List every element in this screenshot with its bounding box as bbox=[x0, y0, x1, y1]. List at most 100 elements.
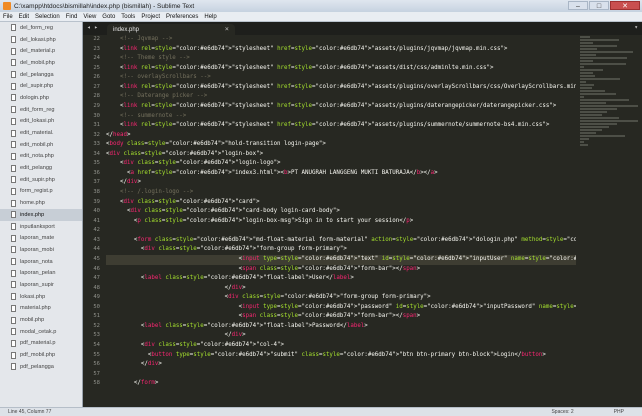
file-name: pdf_pelangga bbox=[20, 363, 54, 370]
close-button[interactable]: ✕ bbox=[610, 1, 640, 10]
minimap-line bbox=[580, 99, 629, 101]
tab-nav-arrows[interactable]: ◂ ▸ bbox=[87, 24, 98, 31]
minimize-button[interactable]: – bbox=[568, 1, 588, 10]
menu-view[interactable]: View bbox=[80, 14, 99, 20]
minimap-line bbox=[580, 102, 606, 104]
file-name: del_lokasi.php bbox=[20, 36, 56, 43]
sublime-app-icon bbox=[3, 2, 11, 10]
minimap-line bbox=[580, 48, 597, 50]
menu-preferences[interactable]: Preferences bbox=[163, 14, 201, 20]
sidebar-file-item[interactable]: del_mobil.php bbox=[0, 57, 82, 69]
menu-file[interactable]: File bbox=[0, 14, 16, 20]
sidebar-file-item[interactable]: material.php bbox=[0, 303, 82, 315]
code-line: <div class=style="color:#e6db74">"card"> bbox=[106, 198, 260, 205]
sidebar-file-item[interactable]: del_pelangga bbox=[0, 69, 82, 81]
menu-bar: File Edit Selection Find View Goto Tools… bbox=[0, 12, 642, 22]
minimap-line bbox=[580, 117, 619, 119]
line-number: 33 bbox=[93, 141, 100, 148]
minimap-line bbox=[580, 66, 584, 68]
sidebar-file-item[interactable]: edit_form_reg bbox=[0, 104, 82, 116]
code-line: <!-- summernote --> bbox=[106, 112, 187, 119]
sidebar-file-item[interactable]: laporan_mate bbox=[0, 232, 82, 244]
indentation-setting[interactable]: Spaces: 2 bbox=[551, 409, 613, 415]
file-name: laporan_nota bbox=[20, 258, 53, 265]
menu-goto[interactable]: Goto bbox=[99, 14, 118, 20]
file-name: form_regist.p bbox=[20, 188, 53, 195]
code-line: <div class=style="color:#e6db74">"login-… bbox=[106, 160, 281, 167]
sidebar-file-item[interactable]: edit_supir.php bbox=[0, 174, 82, 186]
code-area[interactable]: <!-- Jqvmap --> <link rel=style="color:#… bbox=[106, 35, 576, 407]
code-line: <link rel=style="color:#e6db74">"stylesh… bbox=[106, 45, 508, 52]
minimap[interactable] bbox=[576, 35, 642, 407]
sidebar-file-item[interactable]: pdf_material.p bbox=[0, 338, 82, 350]
sidebar-file-item[interactable]: edit_lokasi.ph bbox=[0, 116, 82, 128]
sidebar-file-item[interactable]: inputlanksport bbox=[0, 221, 82, 233]
sidebar-file-item[interactable]: form_regist.p bbox=[0, 186, 82, 198]
code-line: <div class=style="color:#e6db74">"card-b… bbox=[106, 208, 340, 215]
minimap-line bbox=[580, 129, 602, 131]
menu-project[interactable]: Project bbox=[138, 14, 163, 20]
file-name: pdf_material.p bbox=[20, 340, 56, 347]
sidebar-file-item[interactable]: laporan_pelan bbox=[0, 267, 82, 279]
menu-help[interactable]: Help bbox=[201, 14, 219, 20]
sidebar-file-item[interactable]: pdf_pelangga bbox=[0, 361, 82, 373]
sidebar-file-item[interactable]: edit_mobil.ph bbox=[0, 139, 82, 151]
file-name: index.php bbox=[20, 211, 45, 218]
menu-selection[interactable]: Selection bbox=[32, 14, 63, 20]
tab-dropdown-icon[interactable]: ▾ bbox=[634, 24, 638, 31]
sidebar-file-item[interactable]: dologin.php bbox=[0, 92, 82, 104]
maximize-button[interactable]: □ bbox=[589, 1, 609, 10]
menu-edit[interactable]: Edit bbox=[16, 14, 32, 20]
sidebar-file-item[interactable]: laporan_mobi bbox=[0, 244, 82, 256]
file-name: pdf_mobil.php bbox=[20, 352, 56, 359]
minimap-line bbox=[580, 78, 620, 80]
code-line: <link rel=style="color:#e6db74">"stylesh… bbox=[106, 122, 550, 129]
sidebar-file-item[interactable]: index.php bbox=[0, 209, 82, 221]
file-name: del_form_reg bbox=[20, 24, 53, 31]
syntax-mode[interactable]: PHP bbox=[614, 409, 642, 415]
file-icon bbox=[11, 363, 16, 371]
sidebar-file-item[interactable]: modal_cetak.p bbox=[0, 326, 82, 338]
line-number: 40 bbox=[93, 208, 100, 215]
minimap-line bbox=[580, 123, 617, 125]
minimap-line bbox=[580, 36, 590, 38]
line-number: 41 bbox=[93, 217, 100, 224]
tab-close-icon[interactable]: × bbox=[225, 25, 229, 33]
sidebar-file-item[interactable]: home.php bbox=[0, 197, 82, 209]
line-number: 25 bbox=[93, 64, 100, 71]
sidebar-file-item[interactable]: laporan_supir bbox=[0, 279, 82, 291]
code-line: <div class=style="color:#e6db74">"form-g… bbox=[106, 294, 431, 301]
tab-index-php[interactable]: index.php × bbox=[107, 24, 235, 35]
file-icon bbox=[11, 117, 16, 125]
file-icon bbox=[11, 304, 16, 312]
sidebar-file-item[interactable]: laporan_nota bbox=[0, 256, 82, 268]
sidebar-file-item[interactable]: edit_material. bbox=[0, 127, 82, 139]
code-line: <a href=style="color:#e6db74">"index3.ht… bbox=[106, 169, 438, 176]
code-line: <div class=style="color:#e6db74">"form-g… bbox=[106, 246, 347, 253]
minimap-line bbox=[580, 105, 638, 107]
minimap-line bbox=[580, 144, 588, 146]
sidebar-file-item[interactable]: edit_pelangg bbox=[0, 162, 82, 174]
line-number: 44 bbox=[93, 246, 100, 253]
code-line: </div> bbox=[106, 179, 141, 186]
minimap-line bbox=[580, 111, 607, 113]
minimap-line bbox=[580, 138, 589, 140]
sidebar-file-item[interactable]: edit_nota.php bbox=[0, 151, 82, 163]
cursor-position: Line 45, Column 77 bbox=[8, 409, 52, 415]
menu-tools[interactable]: Tools bbox=[118, 14, 138, 20]
sidebar-file-item[interactable]: del_material.p bbox=[0, 45, 82, 57]
sidebar-file-item[interactable]: pdf_mobil.php bbox=[0, 349, 82, 361]
minimap-line bbox=[580, 141, 584, 143]
sidebar-file-item[interactable]: del_form_reg bbox=[0, 22, 82, 34]
sidebar-file-item[interactable]: del_lokasi.php bbox=[0, 34, 82, 46]
sidebar-file-item[interactable]: mobil.php bbox=[0, 314, 82, 326]
line-number: 26 bbox=[93, 74, 100, 81]
sidebar-file-item[interactable]: lokasi.php bbox=[0, 291, 82, 303]
menu-find[interactable]: Find bbox=[63, 14, 81, 20]
file-icon bbox=[11, 269, 16, 277]
file-name: laporan_pelan bbox=[20, 270, 56, 277]
line-number: 49 bbox=[93, 294, 100, 301]
sidebar-file-item[interactable]: del_supir.php bbox=[0, 80, 82, 92]
minimap-line bbox=[580, 45, 617, 47]
